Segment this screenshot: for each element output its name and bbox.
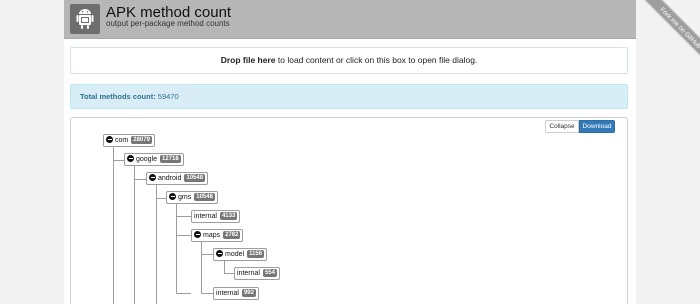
node-label: internal	[237, 270, 260, 277]
total-methods-alert: Total methods count: 59470	[70, 84, 628, 109]
method-count-badge: 2782	[223, 231, 241, 239]
method-count-badge: 28079	[131, 136, 152, 144]
node-label: gms	[178, 194, 192, 201]
download-button[interactable]: Download	[579, 120, 615, 133]
method-count-badge: 554	[262, 269, 277, 277]
method-count-badge: 992	[241, 289, 256, 297]
tree-node-internal[interactable]: internal 992	[213, 287, 259, 300]
github-ribbon-label[interactable]: Fork me on GitHub	[637, 0, 700, 70]
file-dropzone[interactable]: Drop file here to load content or click …	[70, 47, 628, 74]
node-label: maps	[203, 232, 221, 239]
tree-node-com[interactable]: com 28079	[103, 134, 155, 147]
total-methods-value: 59470	[157, 92, 179, 101]
tree-node-model[interactable]: model 1156	[213, 248, 268, 261]
node-label: internal	[216, 290, 239, 297]
method-count-badge: 12718	[160, 155, 181, 163]
android-logo-icon	[70, 4, 100, 34]
node-label: com	[115, 137, 129, 144]
method-count-badge: 10548	[194, 193, 215, 201]
total-methods-label: Total methods count:	[80, 92, 156, 101]
collapse-toggle-icon[interactable]	[149, 174, 156, 181]
node-label: internal	[194, 213, 217, 220]
collapse-button[interactable]: Collapse	[545, 120, 579, 133]
collapse-toggle-icon[interactable]	[169, 193, 176, 200]
collapse-toggle-icon[interactable]	[194, 231, 201, 238]
collapse-toggle-icon[interactable]	[216, 250, 223, 257]
node-label: android	[158, 175, 182, 182]
dropzone-text: to load content or click on this box to …	[275, 55, 478, 65]
dropzone-strong-text: Drop file here	[220, 55, 276, 65]
collapse-toggle-icon[interactable]	[106, 136, 113, 143]
tree-node-gms[interactable]: gms 10548	[166, 191, 218, 204]
left-margin	[0, 0, 64, 304]
node-label: google	[136, 156, 158, 163]
tree-node-internal[interactable]: internal 554	[234, 267, 280, 280]
tree-node-android[interactable]: android 10548	[146, 172, 209, 185]
method-count-badge: 1156	[247, 250, 265, 258]
tree-node-internal[interactable]: internal 4133	[191, 210, 241, 223]
github-ribbon[interactable]: Fork me on GitHub	[630, 0, 700, 70]
collapse-toggle-icon[interactable]	[127, 155, 134, 162]
method-count-badge: 4133	[219, 212, 238, 220]
node-label: model	[225, 251, 245, 258]
tree-node-google[interactable]: google 12718	[124, 153, 184, 166]
method-count-badge: 10548	[184, 174, 206, 182]
tree-node-maps[interactable]: maps 2782	[191, 229, 244, 242]
app-subtitle: output per-package method counts	[106, 19, 230, 28]
